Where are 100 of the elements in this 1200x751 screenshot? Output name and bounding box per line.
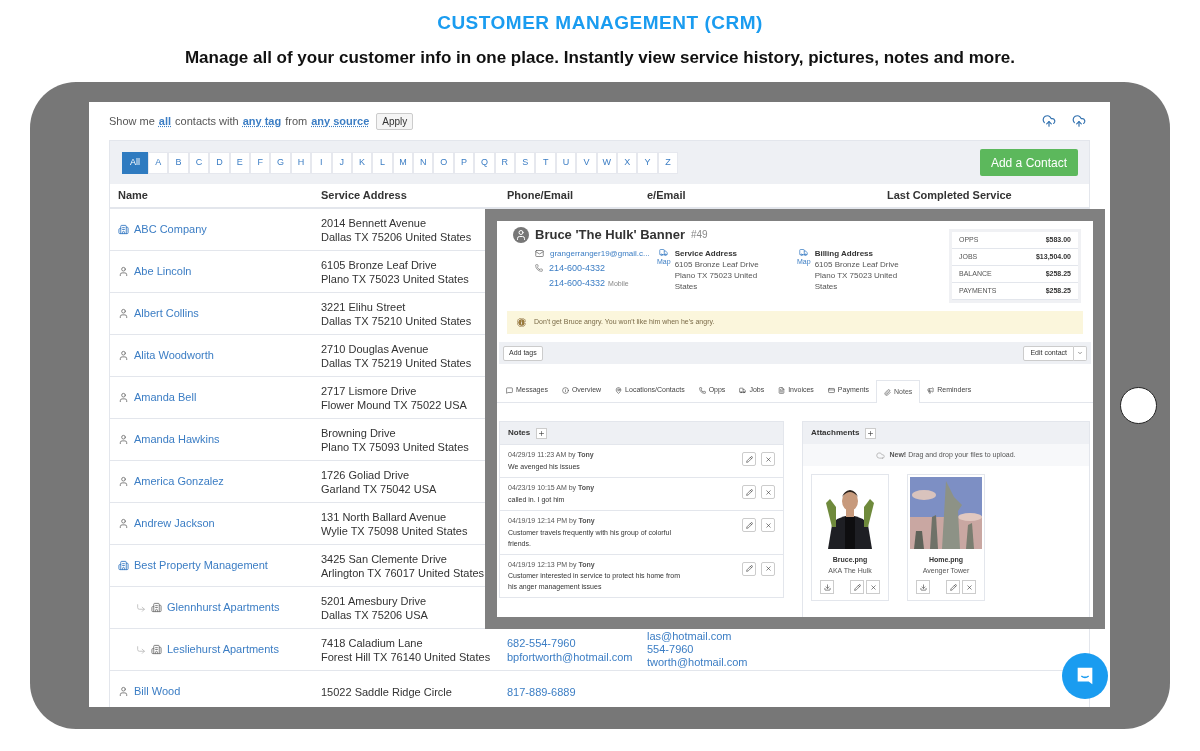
letter-filter[interactable]: I [311,151,332,174]
edit-button[interactable] [742,561,756,576]
column-header: Service Address [321,188,408,204]
delete-button[interactable] [761,485,775,499]
letter-filter[interactable]: J [331,151,352,174]
letter-filter[interactable]: P [453,151,475,174]
person-icon [118,308,129,319]
delete-button[interactable] [761,452,775,466]
address-cell-text: 3425 San Clemente Drive Arlington TX 76017 United States [321,551,486,580]
cloud-upload-icon[interactable] [1042,114,1056,128]
truck-icon [659,247,669,257]
download-button[interactable] [820,580,834,594]
add-contact-button[interactable]: Add a Contact [979,149,1078,176]
filter-text: Show me [109,113,155,129]
tab-icon [698,387,706,394]
letter-filter[interactable]: L [372,151,393,174]
contact-name-link[interactable]: Bill Wood [134,683,181,700]
contact-name-link[interactable]: Amanda Bell [134,389,197,406]
contact-name-link[interactable]: Lesliehurst Apartments [167,641,279,658]
letter-filter[interactable]: H [290,151,312,174]
contact-name-link[interactable]: Alita Woodworth [134,347,214,364]
person-icon [118,266,129,277]
filter-link[interactable]: any tag [242,112,282,130]
close-icon [764,455,772,463]
download-button[interactable] [916,580,930,594]
cloud-upload-icon[interactable] [1072,114,1086,128]
letter-filter[interactable]: K [351,151,373,174]
contact-name-link[interactable]: ABC Company [134,221,207,238]
phone-link[interactable]: 214-600-4332 [549,277,606,291]
letter-filter[interactable]: M [392,151,414,174]
letter-filter[interactable]: D [209,151,230,174]
delete-button[interactable] [761,561,775,576]
letter-filter[interactable]: F [249,151,271,174]
chat-button[interactable] [1062,653,1108,699]
dropdown-button[interactable] [1074,345,1087,361]
download-icon [919,583,927,591]
filter-link[interactable]: any source [311,112,370,130]
letter-filter[interactable]: S [515,151,536,174]
letter-filter[interactable]: W [596,151,617,174]
letter-filter[interactable]: C [188,151,210,174]
letter-filter[interactable]: B [168,151,189,174]
letter-filter[interactable]: G [270,151,291,174]
address-cell-text: 1726 Goliad Drive Garland TX 75042 USA [321,467,438,496]
letter-filter[interactable]: N [413,151,434,174]
column-header: Phone/Email [506,188,575,204]
letter-filter[interactable]: T [535,151,556,174]
edit-button[interactable] [946,580,960,594]
address-text: 6105 Bronze Leaf Drive Plano TX 75023 United States [814,258,899,292]
letter-filter[interactable]: O [433,151,454,174]
avatar-icon [513,226,529,243]
letter-filter[interactable]: E [229,151,250,174]
letter-filter[interactable]: Z [657,151,679,174]
letter-filter[interactable]: Q [474,151,495,174]
email-cell-text: las@hotmail.com [647,630,733,643]
tab-icon [561,387,569,394]
person-icon [118,392,129,403]
letter-filter[interactable]: All [122,151,148,174]
delete-button[interactable] [866,580,880,594]
letter-filter[interactable]: A [148,151,169,174]
delete-button[interactable] [962,580,976,594]
letter-filter[interactable]: U [555,151,577,174]
contact-name-link[interactable]: Amanda Hawkins [134,431,220,448]
contact-name-link[interactable]: Best Property Management [134,557,268,574]
person-icon [118,686,129,697]
letter-filter[interactable]: Y [637,151,658,174]
email-link[interactable]: grangerranger19@gmail.c... [550,247,650,260]
contact-name-link[interactable]: Albert Collins [134,305,199,322]
contact-name-link[interactable]: America Gonzalez [134,473,224,490]
pencil-icon [745,565,753,572]
letter-filter[interactable]: R [494,151,516,174]
address-title: Billing Address [814,247,874,259]
edit-button[interactable] [742,452,756,466]
panel-title: Notes [508,427,531,439]
home-button[interactable] [1120,387,1157,424]
column-header: Last Completed Service [887,188,1013,204]
add-attachment-button[interactable] [865,427,877,439]
edit-button[interactable] [742,518,756,532]
plus-icon [538,429,546,437]
download-icon [823,583,831,591]
person-icon [118,476,129,487]
tab-icon [778,387,786,394]
edit-button[interactable] [850,580,864,594]
letter-filter[interactable]: V [576,151,597,174]
filter-link[interactable]: all [158,112,172,130]
pencil-icon [949,583,957,591]
address-cell-text: 6105 Bronze Leaf Drive Plano TX 75023 United States [321,257,470,286]
child-connector-icon [136,644,146,655]
contact-name-link[interactable]: Glennhurst Apartments [167,599,280,616]
edit-button[interactable] [742,485,756,499]
close-icon [764,488,772,496]
address-cell-text: 15022 Saddle Ridge Circle [321,684,453,699]
letter-filter[interactable]: X [617,151,638,174]
person-icon [118,518,129,529]
add-note-button[interactable] [536,427,548,439]
building-icon [151,602,162,613]
delete-button[interactable] [761,518,775,532]
contact-name-link[interactable]: Andrew Jackson [134,515,215,532]
phone-link[interactable]: 214-600-4332 [549,261,606,275]
apply-button[interactable]: Apply [376,112,414,130]
contact-name-link[interactable]: Abe Lincoln [134,263,192,280]
